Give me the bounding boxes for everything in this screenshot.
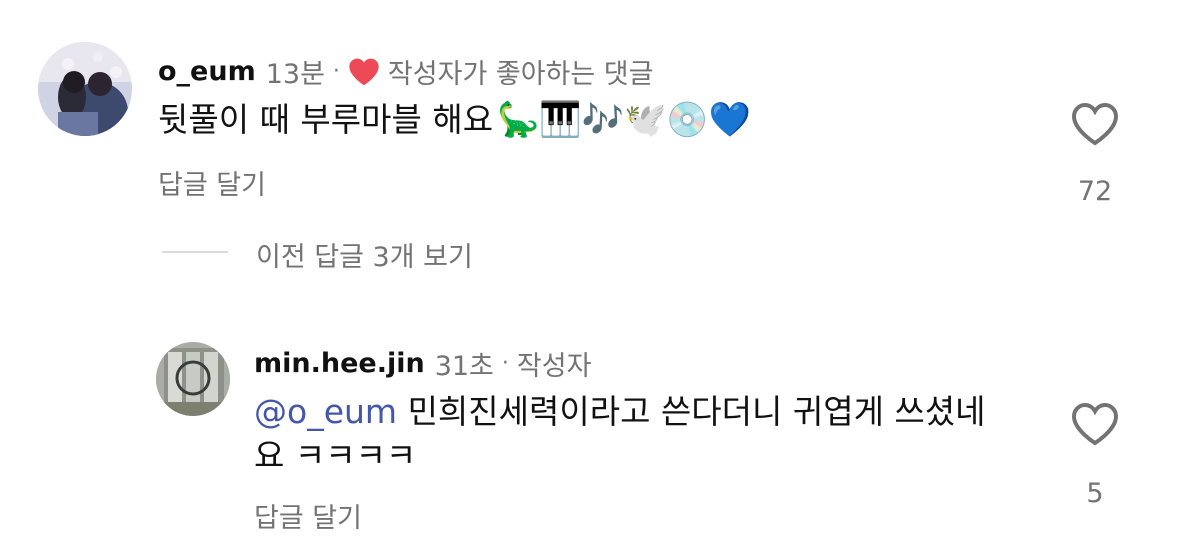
heart-filled-icon: [348, 57, 380, 87]
mention-link[interactable]: @o_eum: [254, 392, 397, 431]
comment-text: @o_eum 민희진세력이라고 쓴다더니 귀엽게 쓰셨네 요 ㅋㅋㅋㅋ: [254, 390, 1044, 478]
heart-icon[interactable]: [1071, 102, 1119, 146]
separator: ·: [501, 351, 509, 376]
comment-time: 13분: [265, 59, 325, 90]
heart-icon[interactable]: [1071, 402, 1119, 446]
comment-time: 31초: [434, 351, 494, 382]
username[interactable]: o_eum: [158, 56, 256, 87]
comment-header: min.hee.jin 31초 · 작성자: [254, 344, 591, 383]
comment-header: o_eum 13분 · 작성자가 좋아하는 댓글: [158, 52, 654, 91]
author-label: 작성자: [516, 351, 592, 382]
comment-text-line: @o_eum 민희진세력이라고 쓴다더니 귀엽게 쓰셨네: [254, 390, 1044, 434]
avatar[interactable]: [38, 42, 132, 136]
reply-button[interactable]: 답글 달기: [254, 496, 362, 535]
username[interactable]: min.hee.jin: [254, 348, 425, 379]
separator: ·: [332, 59, 340, 84]
avatar[interactable]: [156, 342, 230, 416]
reply-button[interactable]: 답글 달기: [158, 163, 266, 202]
thread-line: [162, 251, 228, 253]
like-count: 72: [1077, 176, 1113, 207]
comment-text-line: 요 ㅋㅋㅋㅋ: [254, 436, 417, 475]
comment-text-content: 민희진세력이라고 쓴다더니 귀엽게 쓰셨네: [407, 392, 986, 431]
comment-text-content: 뒷풀이 때 부루마블 해요: [158, 100, 494, 139]
view-previous-replies-button[interactable]: 이전 답글 3개 보기: [256, 235, 473, 274]
like-count: 5: [1086, 478, 1104, 509]
emoji-sequence: 🦕🎹🎶🕊️💿💙: [497, 100, 752, 140]
liked-by-author-label: 작성자가 좋아하는 댓글: [387, 59, 654, 90]
comment-text: 뒷풀이 때 부루마블 해요 🦕🎹🎶🕊️💿💙: [158, 98, 751, 142]
